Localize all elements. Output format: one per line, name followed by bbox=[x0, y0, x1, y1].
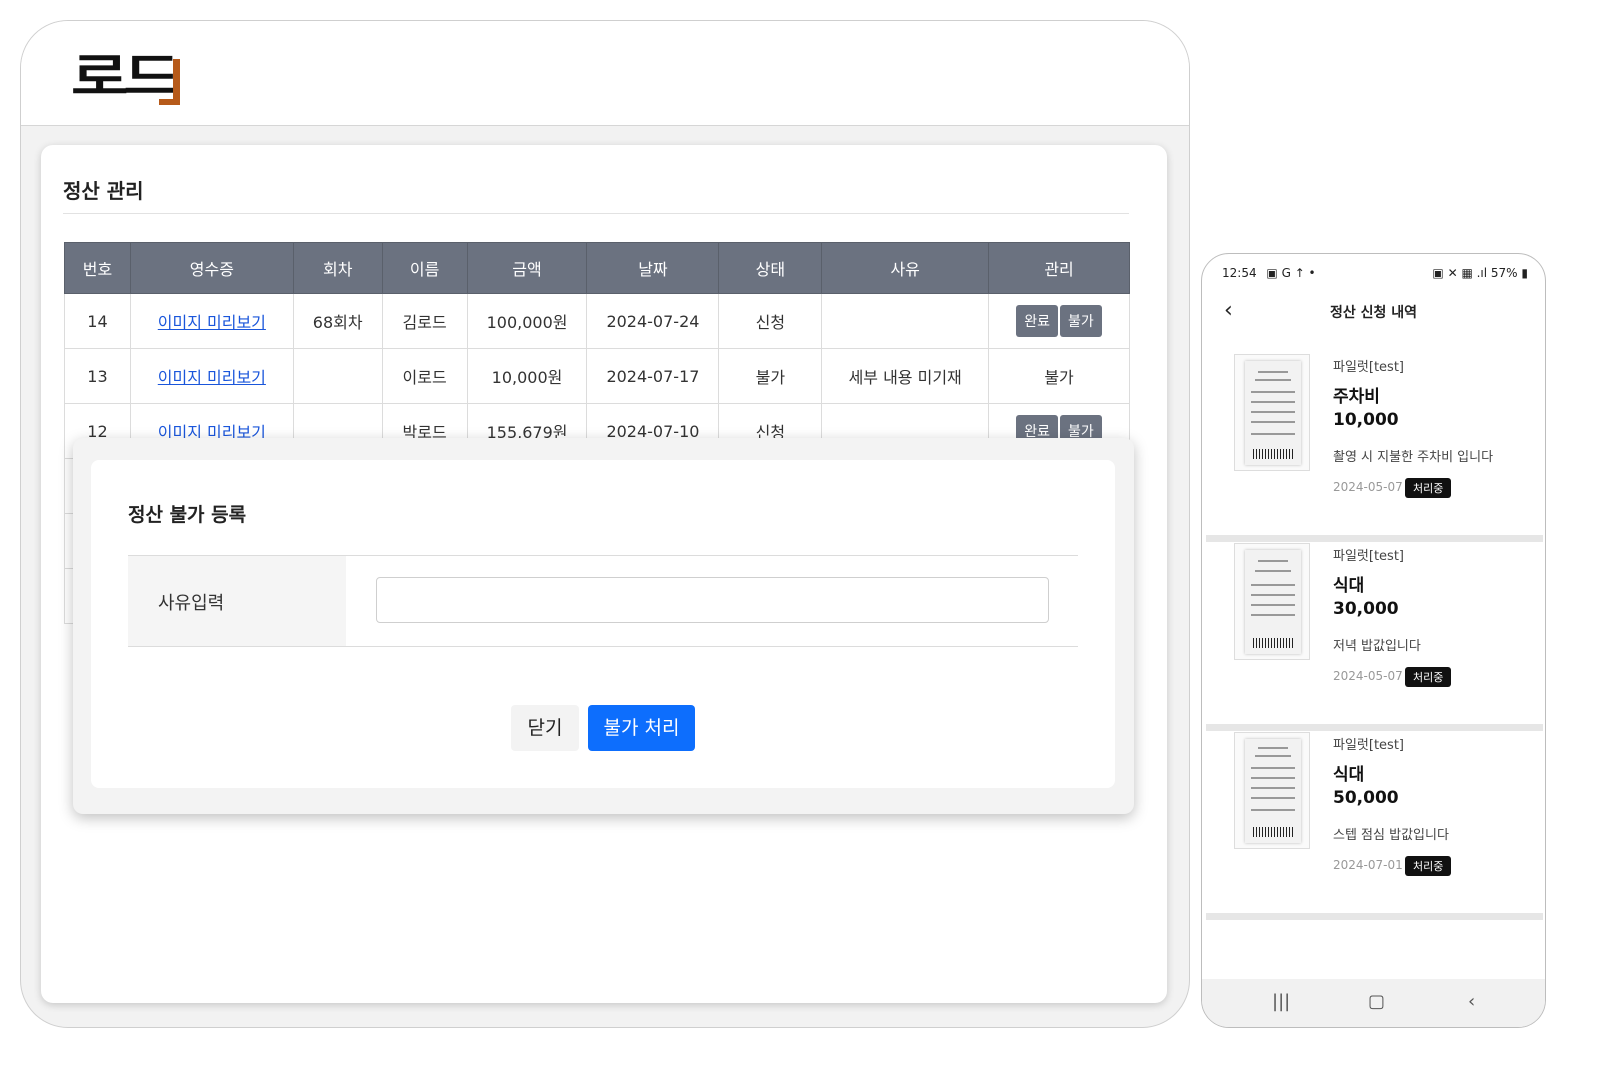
col-header-receipt: 영수증 bbox=[129, 242, 294, 294]
receipt-paper bbox=[1245, 550, 1301, 654]
status-icons: ▣ G ↑ • bbox=[1266, 266, 1316, 280]
table-row: 14 이미지 미리보기 68회차 김로드 100,000원 2024-07-24… bbox=[64, 293, 1130, 349]
cell-receipt: 이미지 미리보기 bbox=[129, 348, 294, 404]
battery-indicator: ▣ ✕ ▦ .ıl 57% ▮ bbox=[1432, 266, 1528, 280]
receipt-preview-link[interactable]: 이미지 미리보기 bbox=[158, 368, 266, 387]
item-date: 2024-05-07 bbox=[1333, 480, 1403, 494]
item-category: 주차비 bbox=[1333, 387, 1380, 407]
col-header-amount: 금액 bbox=[466, 242, 588, 294]
col-header-reason: 사유 bbox=[821, 242, 990, 294]
cell-status: 불가 bbox=[718, 348, 823, 404]
cell-manage: 불가 bbox=[988, 348, 1130, 404]
item-amount: 30,000 bbox=[1333, 599, 1399, 619]
receipt-thumbnail[interactable] bbox=[1234, 354, 1310, 471]
table-header-row: 번호 영수증 회차 이름 금액 날짜 상태 사유 관리 bbox=[64, 242, 1130, 294]
col-header-date: 날짜 bbox=[586, 242, 720, 294]
item-date: 2024-07-01 bbox=[1333, 858, 1403, 872]
page-title: 정산 관리 bbox=[63, 179, 144, 203]
table-row: 13 이미지 미리보기 이로드 10,000원 2024-07-17 불가 세부… bbox=[64, 348, 1130, 404]
complete-button[interactable]: 완료 bbox=[1016, 305, 1059, 337]
col-header-no: 번호 bbox=[64, 242, 131, 294]
reject-button[interactable]: 불가 bbox=[1060, 305, 1102, 337]
cell-amount: 100,000원 bbox=[466, 293, 588, 349]
reason-input[interactable] bbox=[376, 577, 1049, 623]
logo-text: 로드 bbox=[71, 48, 181, 106]
col-header-round: 회차 bbox=[292, 242, 383, 294]
item-requester: 파일럿[test] bbox=[1333, 360, 1404, 375]
item-description: 스텝 점심 밥값입니다 bbox=[1333, 828, 1449, 843]
receipt-preview-link[interactable]: 이미지 미리보기 bbox=[158, 313, 266, 332]
receipt-paper bbox=[1245, 739, 1301, 843]
receipt-thumbnail[interactable] bbox=[1234, 732, 1310, 849]
cell-date: 2024-07-17 bbox=[586, 348, 720, 404]
cell-status: 신청 bbox=[718, 293, 823, 349]
status-time: 12:54 bbox=[1222, 266, 1257, 280]
item-divider bbox=[1206, 724, 1543, 731]
col-header-status: 상태 bbox=[718, 242, 823, 294]
cell-name: 김로드 bbox=[381, 293, 468, 349]
modal-title: 정산 불가 등록 bbox=[128, 504, 247, 526]
title-divider bbox=[63, 213, 1129, 214]
top-header: 로드 bbox=[21, 21, 1189, 126]
cell-date: 2024-07-24 bbox=[586, 293, 720, 349]
item-requester: 파일럿[test] bbox=[1333, 549, 1404, 564]
cell-reason bbox=[821, 293, 990, 349]
item-amount: 50,000 bbox=[1333, 788, 1399, 808]
status-badge: 처리중 bbox=[1405, 667, 1452, 687]
logo-accent-base bbox=[159, 99, 180, 105]
modal-body: 정산 불가 등록 사유입력 닫기 불가 처리 bbox=[91, 460, 1115, 788]
item-category: 식대 bbox=[1333, 765, 1365, 785]
list-item[interactable]: 파일럿[test] 식대 50,000 스텝 점심 밥값입니다 2024-07-… bbox=[1202, 732, 1545, 920]
item-date: 2024-05-07 bbox=[1333, 669, 1403, 683]
item-description: 촬영 시 지불한 주차비 입니다 bbox=[1333, 450, 1494, 465]
mobile-phone: 12:54 ▣ G ↑ • ▣ ✕ ▦ .ıl 57% ▮ ‹ 정산 신청 내역… bbox=[1201, 253, 1546, 1028]
item-requester: 파일럿[test] bbox=[1333, 738, 1404, 753]
reason-form-row: 사유입력 bbox=[128, 555, 1078, 647]
item-category: 식대 bbox=[1333, 576, 1365, 596]
list-item[interactable]: 파일럿[test] 주차비 10,000 촬영 시 지불한 주차비 입니다 20… bbox=[1202, 354, 1545, 542]
cell-round bbox=[292, 348, 383, 404]
receipt-thumbnail[interactable] bbox=[1234, 543, 1310, 660]
home-icon[interactable]: ▢ bbox=[1368, 991, 1385, 1012]
screen-title: 정산 신청 내역 bbox=[1329, 305, 1418, 321]
status-badge: 처리중 bbox=[1405, 478, 1452, 498]
close-button[interactable]: 닫기 bbox=[511, 705, 579, 751]
brand-logo[interactable]: 로드 bbox=[71, 48, 191, 109]
item-amount: 10,000 bbox=[1333, 410, 1399, 430]
status-badge: 처리중 bbox=[1405, 856, 1452, 876]
barcode-icon bbox=[1253, 638, 1293, 648]
navigation-bar: ||| ▢ ‹ bbox=[1202, 979, 1545, 1027]
cell-receipt: 이미지 미리보기 bbox=[129, 293, 294, 349]
list-item[interactable]: 파일럿[test] 식대 30,000 저녁 밥값입니다 2024-05-07 … bbox=[1202, 543, 1545, 731]
col-header-name: 이름 bbox=[381, 242, 468, 294]
cell-reason: 세부 내용 미기재 bbox=[821, 348, 990, 404]
cell-name: 이로드 bbox=[381, 348, 468, 404]
reject-modal: 정산 불가 등록 사유입력 닫기 불가 처리 bbox=[73, 438, 1134, 814]
back-nav-icon[interactable]: ‹ bbox=[1468, 991, 1475, 1012]
receipt-paper bbox=[1245, 361, 1301, 465]
item-divider bbox=[1206, 913, 1543, 920]
barcode-icon bbox=[1253, 827, 1293, 837]
reject-submit-button[interactable]: 불가 처리 bbox=[588, 705, 695, 751]
item-divider bbox=[1206, 535, 1543, 542]
recent-apps-icon[interactable]: ||| bbox=[1272, 991, 1290, 1012]
col-header-manage: 관리 bbox=[988, 242, 1130, 294]
status-bar: 12:54 ▣ G ↑ • ▣ ✕ ▦ .ıl 57% ▮ bbox=[1222, 266, 1528, 286]
cell-manage: 완료 불가 bbox=[988, 293, 1130, 349]
barcode-icon bbox=[1253, 449, 1293, 459]
reason-label: 사유입력 bbox=[128, 556, 346, 646]
cell-no: 13 bbox=[64, 348, 131, 404]
cell-amount: 10,000원 bbox=[466, 348, 588, 404]
cell-no: 14 bbox=[64, 293, 131, 349]
cell-round: 68회차 bbox=[292, 293, 383, 349]
item-description: 저녁 밥값입니다 bbox=[1333, 639, 1421, 654]
